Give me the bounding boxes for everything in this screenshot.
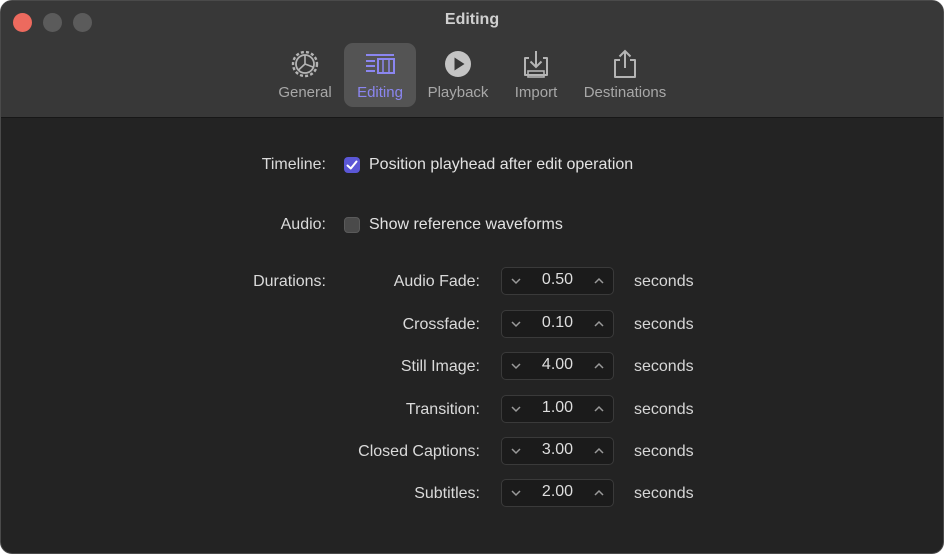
subtitles-value[interactable]: 2.00: [532, 483, 583, 501]
audio-fade-stepper[interactable]: 0.50: [501, 267, 614, 295]
checkmark-icon: [346, 160, 358, 170]
tab-playback[interactable]: Playback: [423, 43, 493, 107]
transition-unit: seconds: [634, 401, 694, 418]
chevron-down-icon[interactable]: [506, 396, 526, 422]
closed-captions-stepper[interactable]: 3.00: [501, 437, 614, 465]
audio-fade-unit: seconds: [634, 273, 694, 290]
durations-label: Durations:: [253, 273, 326, 290]
still-image-unit: seconds: [634, 358, 694, 375]
chevron-up-icon[interactable]: [589, 480, 609, 506]
transition-label: Transition:: [405, 401, 480, 418]
crossfade-value[interactable]: 0.10: [532, 314, 583, 332]
subtitles-stepper[interactable]: 2.00: [501, 479, 614, 507]
import-icon: [524, 51, 548, 78]
subtitles-unit: seconds: [634, 485, 694, 502]
timeline-label: Timeline:: [261, 156, 326, 173]
tab-editing-label: Editing: [357, 84, 403, 101]
show-waveforms-label[interactable]: Show reference waveforms: [369, 216, 563, 234]
still-image-label: Still Image:: [400, 358, 480, 375]
chevron-down-icon[interactable]: [506, 353, 526, 379]
closed-captions-label: Closed Captions:: [358, 443, 480, 460]
tab-editing[interactable]: Editing: [344, 43, 416, 107]
still-image-value[interactable]: 4.00: [532, 356, 583, 374]
chevron-down-icon[interactable]: [506, 438, 526, 464]
subtitles-label: Subtitles:: [414, 485, 480, 502]
preferences-window: Editing General Editing Playback Import …: [0, 0, 944, 554]
window-title: Editing: [444, 11, 500, 28]
chevron-up-icon[interactable]: [589, 438, 609, 464]
tab-import[interactable]: Import: [506, 43, 566, 107]
title-bar: Editing General Editing Playback Import …: [1, 1, 943, 118]
tab-import-label: Import: [514, 84, 558, 101]
closed-captions-unit: seconds: [634, 443, 694, 460]
chevron-up-icon[interactable]: [589, 311, 609, 337]
crossfade-unit: seconds: [634, 316, 694, 333]
tab-playback-label: Playback: [427, 84, 489, 101]
tab-general[interactable]: General: [274, 43, 336, 107]
tab-general-label: General: [278, 84, 332, 101]
share-icon: [614, 49, 636, 78]
transition-value[interactable]: 1.00: [532, 399, 583, 417]
position-playhead-label[interactable]: Position playhead after edit operation: [369, 156, 633, 174]
chevron-up-icon[interactable]: [589, 353, 609, 379]
tab-destinations-label: Destinations: [583, 84, 667, 101]
crossfade-label: Crossfade:: [402, 316, 480, 333]
audio-fade-label: Audio Fade:: [393, 273, 480, 290]
crossfade-stepper[interactable]: 0.10: [501, 310, 614, 338]
chevron-down-icon[interactable]: [506, 311, 526, 337]
audio-label: Audio:: [280, 216, 326, 233]
audio-fade-value[interactable]: 0.50: [532, 271, 583, 289]
chevron-up-icon[interactable]: [589, 396, 609, 422]
chevron-down-icon[interactable]: [506, 268, 526, 294]
still-image-stepper[interactable]: 4.00: [501, 352, 614, 380]
position-playhead-checkbox[interactable]: [344, 157, 360, 173]
chevron-up-icon[interactable]: [589, 268, 609, 294]
editing-icon: [366, 54, 395, 74]
transition-stepper[interactable]: 1.00: [501, 395, 614, 423]
play-icon: [445, 51, 471, 77]
closed-captions-value[interactable]: 3.00: [532, 441, 583, 459]
chevron-down-icon[interactable]: [506, 480, 526, 506]
show-waveforms-checkbox[interactable]: [344, 217, 360, 233]
gear-icon: [291, 50, 319, 78]
tab-destinations[interactable]: Destinations: [579, 43, 671, 107]
